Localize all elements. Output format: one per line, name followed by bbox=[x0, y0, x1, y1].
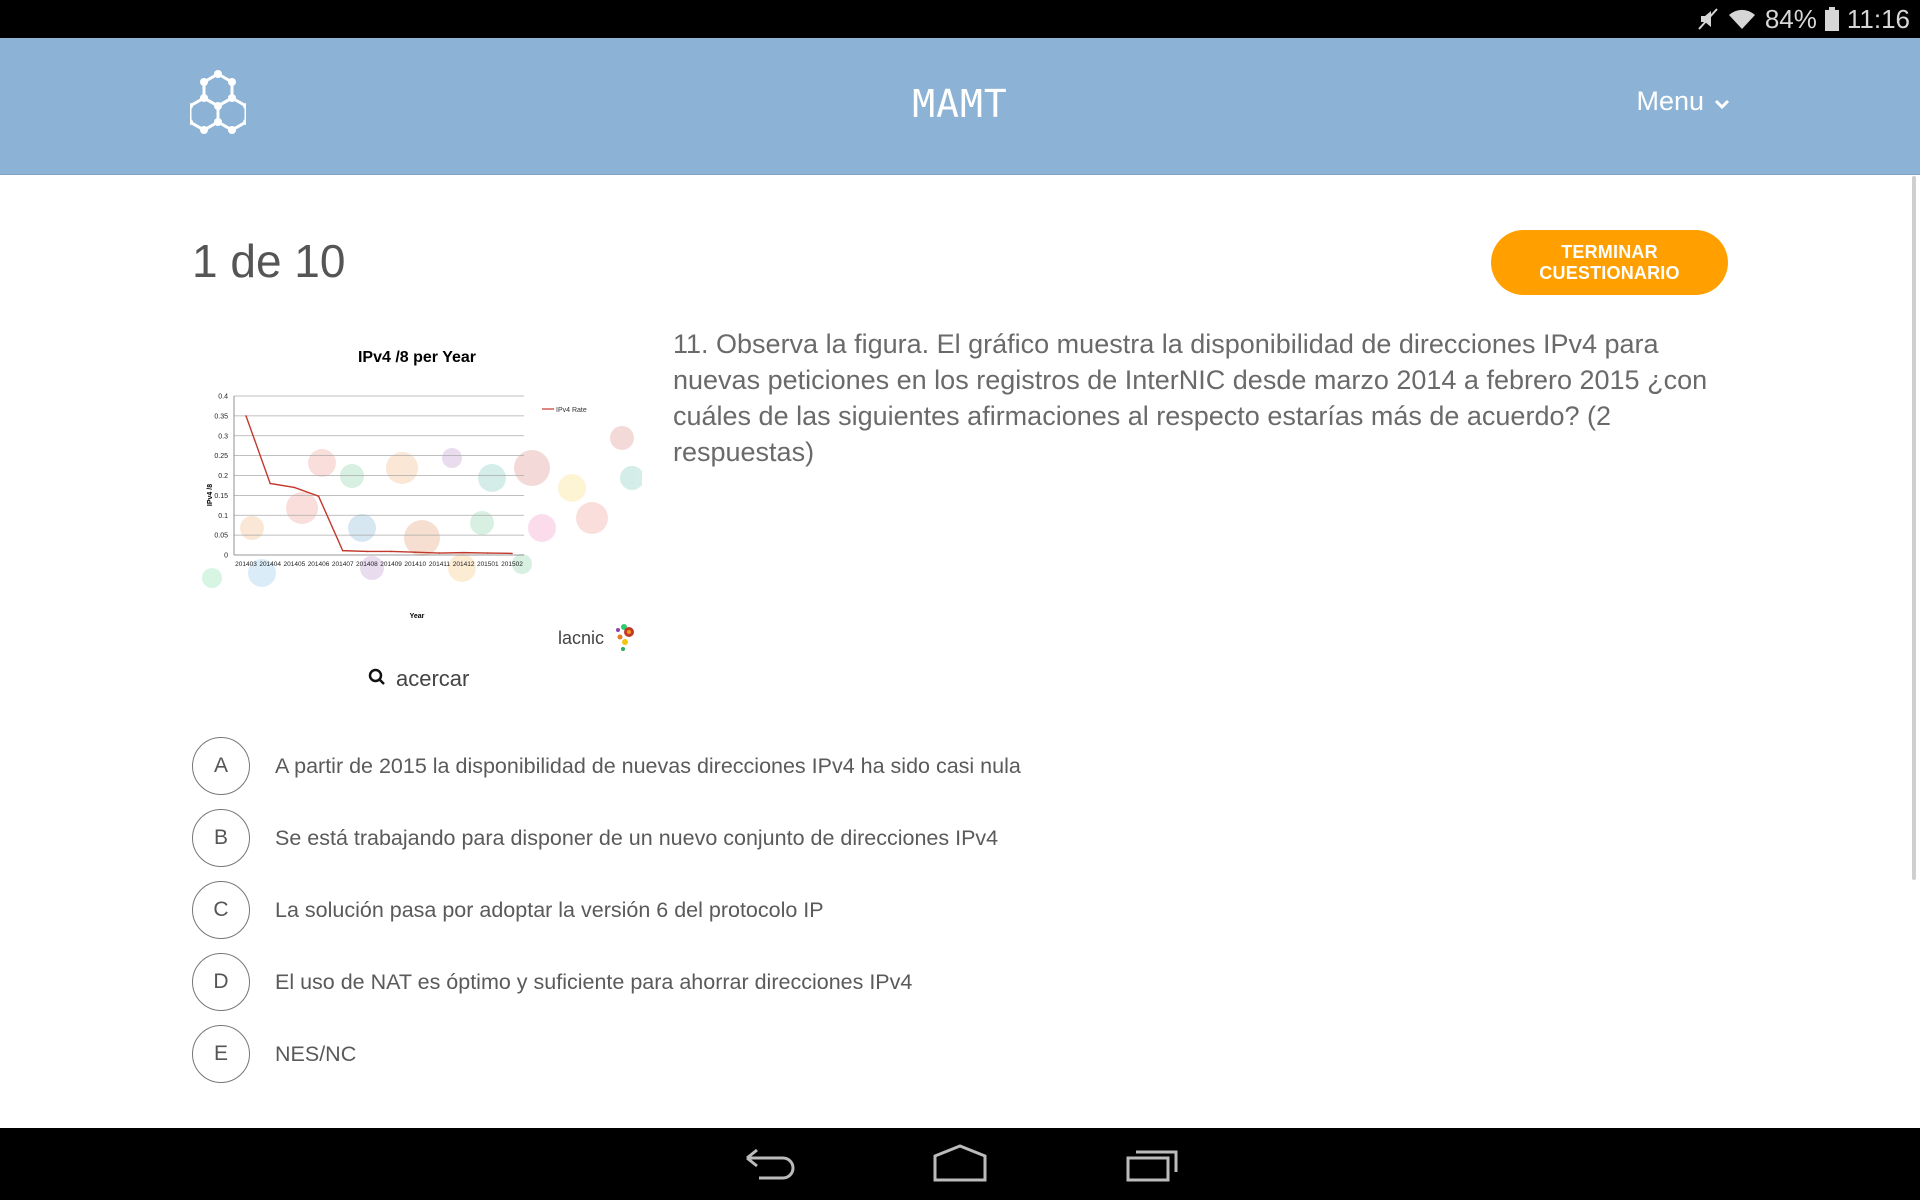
ipv4-chart: IPv4 /8 per Year 00.050.10.150.20.250.30… bbox=[202, 349, 644, 651]
option-letter[interactable]: D bbox=[192, 953, 250, 1011]
x-tick-label: 201406 bbox=[308, 561, 330, 568]
option-letter[interactable]: E bbox=[192, 1025, 250, 1083]
zoom-link[interactable]: acercar bbox=[368, 666, 469, 692]
answer-options: A A partir de 2015 la disponibilidad de … bbox=[192, 736, 1732, 1096]
y-tick-label: 0.4 bbox=[218, 394, 228, 401]
mute-icon bbox=[1697, 7, 1719, 31]
status-bar: 84% 11:16 bbox=[0, 0, 1920, 38]
option-letter[interactable]: C bbox=[192, 881, 250, 939]
lacnic-logo-icon bbox=[616, 624, 634, 651]
y-tick-label: 0.25 bbox=[214, 453, 228, 460]
chart-ylabel: IPv4 /8 bbox=[207, 484, 214, 506]
x-tick-label: 201411 bbox=[429, 561, 451, 568]
status-icons: 84% 11:16 bbox=[1697, 0, 1910, 38]
data-point bbox=[487, 552, 489, 554]
recent-apps-icon[interactable] bbox=[1118, 1140, 1188, 1188]
x-tick-label: 201501 bbox=[477, 561, 499, 568]
series-line bbox=[245, 415, 513, 555]
back-icon[interactable] bbox=[733, 1140, 803, 1188]
option-e[interactable]: E NES/NC bbox=[192, 1024, 1732, 1084]
magnifier-icon bbox=[368, 666, 386, 692]
x-tick-label: 201407 bbox=[332, 561, 354, 568]
y-tick-label: 0.15 bbox=[214, 493, 228, 500]
finish-quiz-button[interactable]: TERMINAR CUESTIONARIO bbox=[1491, 230, 1728, 295]
data-point bbox=[462, 551, 465, 554]
option-letter[interactable]: B bbox=[192, 809, 250, 867]
option-text: La solución pasa por adoptar la versión … bbox=[275, 897, 824, 922]
chart-title: IPv4 /8 per Year bbox=[358, 349, 476, 366]
option-text: Se está trabajando para disponer de un n… bbox=[275, 825, 999, 850]
data-point bbox=[438, 552, 441, 554]
data-point bbox=[414, 551, 417, 554]
wifi-icon bbox=[1727, 7, 1757, 31]
option-text: NES/NC bbox=[275, 1041, 357, 1066]
lacnic-logo-text: lacnic bbox=[558, 628, 604, 648]
option-text: A partir de 2015 la disponibilidad de nu… bbox=[275, 753, 1021, 778]
x-tick-label: 201404 bbox=[259, 561, 281, 568]
data-point bbox=[293, 486, 296, 489]
data-point bbox=[511, 552, 513, 555]
y-tick-label: 0.3 bbox=[218, 433, 228, 440]
y-tick-label: 0.1 bbox=[218, 513, 228, 520]
y-tick-label: 0 bbox=[224, 553, 228, 560]
data-point bbox=[245, 415, 247, 417]
question-text: 11. Observa la figura. El gráfico muestr… bbox=[673, 329, 1708, 467]
y-tick-label: 0.35 bbox=[214, 413, 228, 420]
chart-xlabel: Year bbox=[410, 613, 425, 620]
question-progress: 1 de 10 bbox=[192, 235, 346, 287]
data-point bbox=[366, 550, 368, 553]
y-tick-label: 0.05 bbox=[214, 533, 228, 540]
x-tick-label: 201502 bbox=[501, 561, 523, 568]
x-tick-label: 201405 bbox=[284, 561, 306, 568]
menu-button[interactable]: Menu bbox=[1636, 86, 1730, 117]
menu-label: Menu bbox=[1636, 86, 1704, 116]
legend-label: IPv4 Rate bbox=[556, 407, 587, 414]
app-header: MAMT Menu bbox=[0, 38, 1920, 175]
x-tick-label: 201403 bbox=[235, 561, 257, 568]
option-text: El uso de NAT es óptimo y suficiente par… bbox=[275, 969, 913, 994]
battery-icon bbox=[1824, 7, 1839, 31]
option-letter[interactable]: A bbox=[192, 737, 250, 795]
option-b[interactable]: B Se está trabajando para disponer de un… bbox=[192, 808, 1732, 868]
data-point bbox=[390, 550, 392, 553]
data-point bbox=[341, 549, 344, 552]
x-tick-label: 201408 bbox=[356, 561, 378, 568]
y-tick-label: 0.2 bbox=[218, 473, 228, 480]
question-figure[interactable]: IPv4 /8 per Year 0 0.05 0.1 0.15 0.2 0.25 0.3 0… bbox=[192, 328, 644, 658]
page-scrollbar[interactable] bbox=[1912, 176, 1916, 880]
data-point bbox=[317, 495, 320, 497]
option-c[interactable]: C La solución pasa por adoptar la versió… bbox=[192, 880, 1732, 940]
battery-percent: 84% bbox=[1764, 3, 1817, 34]
home-icon[interactable] bbox=[925, 1140, 995, 1188]
system-nav-bar bbox=[0, 1128, 1920, 1200]
option-d[interactable]: D El uso de NAT es óptimo y suficiente p… bbox=[192, 952, 1732, 1012]
zoom-label: acercar bbox=[396, 666, 470, 691]
option-a[interactable]: A A partir de 2015 la disponibilidad de … bbox=[192, 736, 1732, 796]
clock: 11:16 bbox=[1846, 3, 1910, 34]
chart-y-ticks: 0 0.05 0.1 0.15 0.2 0.25 0.3 0.35 0.4 bbox=[214, 394, 228, 560]
data-point bbox=[269, 482, 271, 485]
chevron-down-icon bbox=[1714, 86, 1730, 117]
x-tick-label: 201412 bbox=[453, 561, 475, 568]
x-tick-label: 201409 bbox=[380, 561, 402, 568]
x-tick-label: 201410 bbox=[404, 561, 426, 568]
app-title: MAMT bbox=[912, 82, 1008, 126]
